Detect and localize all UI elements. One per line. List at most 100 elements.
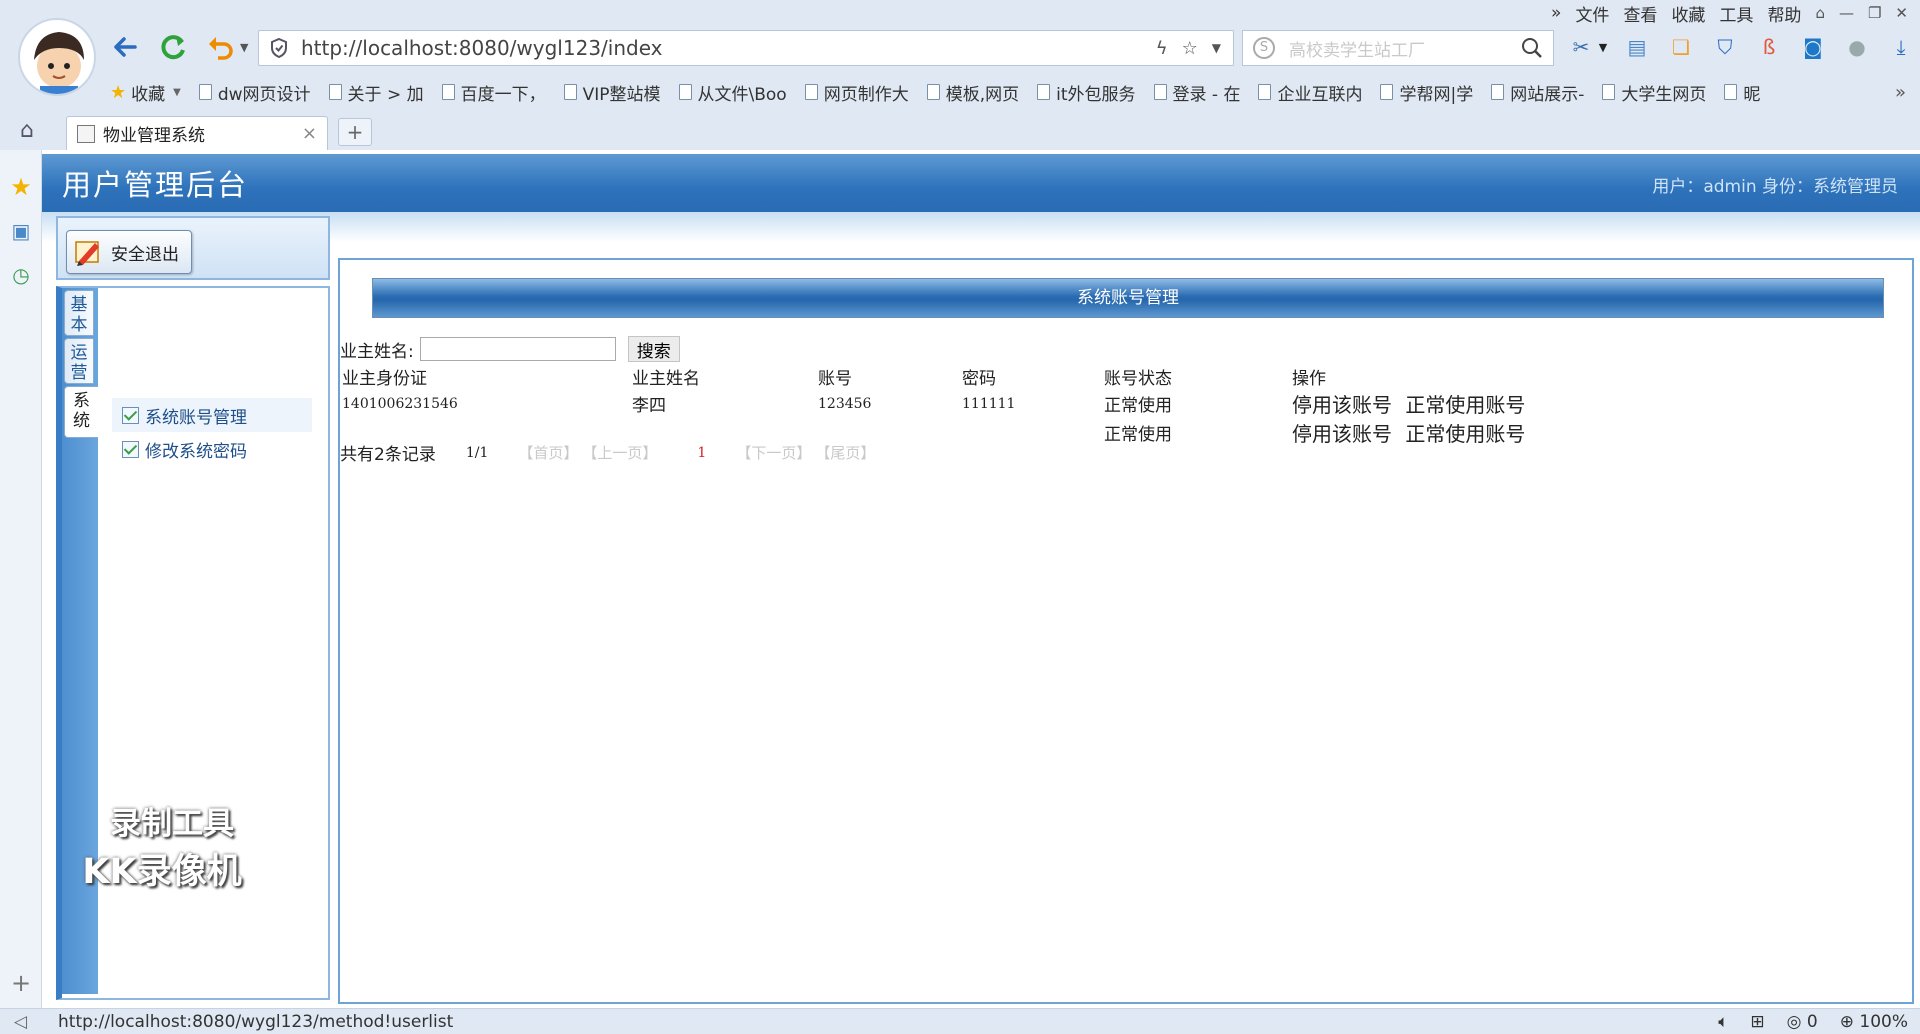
address-dropdown-icon[interactable]: ▼	[1212, 41, 1221, 55]
bookmark-item[interactable]: 大学生网页	[1602, 80, 1706, 105]
disable-account-link[interactable]: 停用该账号	[1292, 422, 1392, 446]
bookmark-item[interactable]: 百度一下，	[441, 80, 546, 105]
enable-account-link[interactable]: 正常使用账号	[1405, 422, 1525, 446]
count-icon: ◎	[1786, 1011, 1802, 1032]
lightning-icon[interactable]: ϟ	[1156, 38, 1168, 59]
close-window-icon[interactable]: ✕	[1895, 4, 1908, 22]
table-row: 1401006231546 李四 123456 111111 正常使用 停用该账…	[342, 389, 1552, 418]
tab-operation[interactable]: 运营	[64, 338, 94, 384]
bookmark-item[interactable]: 网站展示-	[1491, 80, 1584, 105]
bookmark-item[interactable]: it外包服务	[1037, 80, 1136, 105]
bookmark-item[interactable]: 网页制作大	[804, 80, 909, 105]
owner-name-input[interactable]	[419, 337, 616, 361]
home-icon[interactable]: ⌂	[20, 118, 34, 143]
refresh-icon[interactable]	[156, 30, 190, 64]
logout-label: 安全退出	[111, 244, 179, 265]
app-title: 用户管理后台	[62, 168, 249, 202]
bookmark-more-icon[interactable]: »	[1895, 82, 1906, 103]
menu-more-icon[interactable]: »	[1551, 3, 1561, 23]
bookmark-item[interactable]: 关于 > 加	[328, 80, 424, 105]
bookmark-item[interactable]: VIP整站模	[563, 80, 661, 105]
add-sidebar-icon[interactable]: +	[8, 969, 34, 997]
cell-status: 正常使用	[1104, 425, 1172, 445]
bookmark-item[interactable]: 登录 - 在	[1153, 80, 1240, 105]
download-count[interactable]: ◎ 0	[1787, 1012, 1818, 1032]
minimize-icon[interactable]: —	[1839, 4, 1854, 22]
undo-icon[interactable]	[204, 30, 238, 64]
bookmark-item[interactable]: 企业互联内	[1258, 80, 1362, 105]
logout-pencil-icon	[75, 241, 99, 266]
bookmark-item[interactable]: 昵	[1724, 80, 1760, 105]
logout-button[interactable]: 安全退出	[66, 230, 192, 274]
new-tab-button[interactable]: +	[338, 118, 372, 146]
nav-buttons: ▼	[108, 30, 248, 64]
menu-tools[interactable]: 工具	[1719, 1, 1753, 26]
page-icon	[563, 84, 577, 100]
menu-item-account-management[interactable]: 系统账号管理	[112, 398, 312, 432]
menu-item-change-password[interactable]: 修改系统密码	[112, 432, 312, 466]
col-owner-name: 业主姓名	[632, 369, 700, 389]
tab-system[interactable]: 系统	[64, 386, 98, 438]
page-icon	[328, 84, 342, 100]
tab-basic[interactable]: 基本	[64, 290, 94, 336]
checkbox-icon	[122, 440, 139, 458]
prev-page-link[interactable]: 【上一页】	[582, 442, 657, 463]
menu-help[interactable]: 帮助	[1767, 1, 1801, 26]
reader-icon[interactable]: ▤	[1622, 32, 1652, 62]
shield-icon	[271, 37, 287, 59]
page-icon	[1258, 84, 1272, 100]
browser-tools: ✂ ▼ ▤ ❏ ⛉ ß ◙ ● ⤓	[1566, 32, 1916, 62]
menu-list: 系统账号管理 修改系统密码	[112, 398, 312, 466]
bookmark-item[interactable]: 学帮网|学	[1380, 80, 1473, 105]
zoom-control[interactable]: ⊕ 100%	[1840, 1012, 1908, 1032]
address-input[interactable]: http://localhost:8080/wygl123/index	[301, 36, 1156, 60]
bookmark-favorites[interactable]: ★ 收藏 ▼	[110, 80, 181, 105]
star-icon[interactable]: ☆	[1182, 38, 1198, 59]
cloud-icon[interactable]: ●	[1842, 32, 1872, 62]
search-engine-icon[interactable]: S	[1253, 37, 1275, 59]
last-page-link[interactable]: 【尾页】	[815, 442, 875, 463]
pagination: 共有2条记录 1/1 【首页】 【上一页】 1 【下一页】 【尾页】	[340, 440, 875, 465]
undo-dropdown-icon[interactable]: ▼	[240, 41, 248, 54]
tab-close-icon[interactable]: ×	[302, 123, 317, 144]
disable-account-link[interactable]: 停用该账号	[1292, 393, 1392, 417]
search-tool-icon[interactable]: ◙	[1798, 32, 1828, 62]
search-box[interactable]: S 高校卖学生站工厂	[1242, 30, 1554, 66]
address-bar[interactable]: http://localhost:8080/wygl123/index ϟ ☆ …	[258, 30, 1234, 66]
translate-icon[interactable]: ß	[1754, 32, 1784, 62]
search-button[interactable]: 搜索	[627, 336, 680, 362]
history-clock-icon[interactable]: ◷	[8, 262, 34, 288]
window-icon[interactable]: ❏	[1666, 32, 1696, 62]
browser-search-input[interactable]: 高校卖学生站工厂	[1289, 36, 1521, 61]
skin-icon[interactable]: ⌂	[1815, 4, 1825, 22]
search-icon[interactable]	[1521, 37, 1543, 59]
bookmark-item[interactable]: 从文件\Boo	[678, 80, 787, 105]
menu-favorites[interactable]: 收藏	[1671, 1, 1705, 26]
cell-actions: 停用该账号 正常使用账号	[1292, 389, 1552, 418]
restore-icon[interactable]: ❐	[1868, 4, 1881, 22]
sound-icon[interactable]: 🔈︎	[1718, 1012, 1728, 1032]
status-bar: ◁ http://localhost:8080/wygl123/method!u…	[0, 1008, 1920, 1034]
scissors-icon[interactable]: ✂	[1566, 32, 1596, 62]
zoom-icon: ⊕	[1839, 1011, 1854, 1032]
tab-title: 物业管理系统	[103, 126, 205, 146]
security-shield-icon[interactable]: ⛉	[1710, 32, 1740, 62]
cell-id-card: 1401006231546	[342, 395, 458, 412]
menu-view[interactable]: 查看	[1623, 1, 1657, 26]
reading-icon[interactable]: ▣	[8, 218, 34, 244]
status-back-icon[interactable]: ◁	[14, 1012, 27, 1032]
menu-box: 基本 运营 系统 系统账号管理 修改系统密码 录制工具 KK录像机	[56, 286, 330, 1000]
bookmark-item[interactable]: 模板,网页	[926, 80, 1019, 105]
favorites-icon[interactable]: ★	[8, 173, 34, 201]
tab-property-management[interactable]: 物业管理系统 ×	[66, 116, 328, 150]
next-page-link[interactable]: 【下一页】	[736, 442, 811, 463]
compat-icon[interactable]: ⊞	[1750, 1012, 1764, 1032]
first-page-link[interactable]: 【首页】	[518, 442, 578, 463]
download-icon[interactable]: ⤓	[1886, 32, 1916, 62]
menu-file[interactable]: 文件	[1575, 1, 1609, 26]
bookmark-item[interactable]: dw网页设计	[198, 80, 311, 105]
back-icon[interactable]	[108, 30, 142, 64]
enable-account-link[interactable]: 正常使用账号	[1405, 393, 1525, 417]
scissors-dropdown-icon[interactable]: ▼	[1598, 32, 1608, 62]
user-info: 用户：admin 身份：系统管理员	[1652, 177, 1898, 197]
